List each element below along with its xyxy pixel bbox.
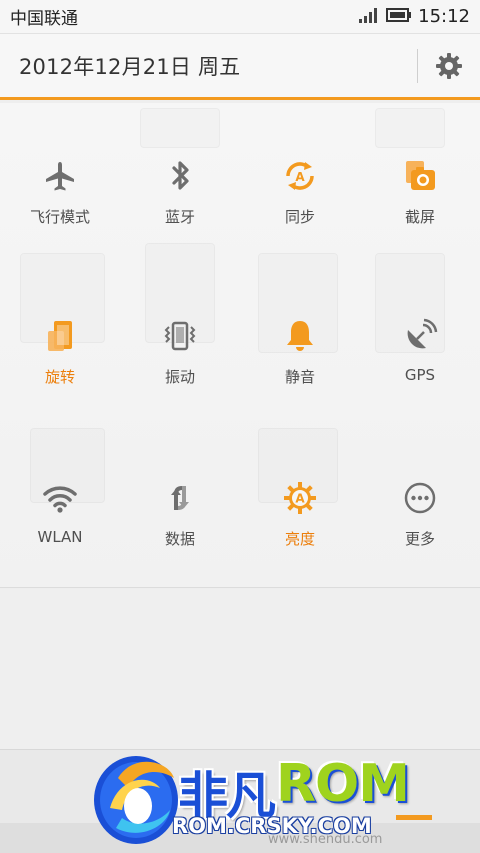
toggle-label: 数据 [164, 530, 195, 548]
carrier-name: 中国联通 [10, 9, 78, 29]
bell-icon [280, 316, 320, 356]
toggle-label: 蓝牙 [164, 208, 195, 226]
toggle-data[interactable]: 数据 [120, 478, 240, 588]
date-label: 2012年12月21日 周五 [19, 54, 241, 79]
toggle-bluetooth[interactable]: 蓝牙 [120, 156, 240, 266]
toggle-gps[interactable]: GPS [360, 316, 480, 426]
sync-icon: A [280, 156, 320, 196]
gear-icon [436, 52, 462, 79]
toggle-label: 静音 [284, 368, 315, 386]
toggle-label: GPS [404, 366, 436, 384]
background-ghost [140, 108, 220, 148]
toggle-label: 更多 [404, 530, 435, 548]
header-divider [417, 48, 418, 83]
brand-watermark: 非凡 ROM ROM.CRSKY.COM [88, 748, 410, 848]
data-icon [160, 478, 200, 518]
bluetooth-icon [160, 156, 200, 196]
toggle-label: 飞行模式 [29, 208, 90, 226]
toggle-label: 振动 [164, 368, 195, 386]
toggle-more[interactable]: 更多 [360, 478, 480, 588]
signal-bars-icon [358, 6, 380, 28]
notification-header: 2012年12月21日 周五 [0, 34, 480, 100]
brand-rom-text: ROM [276, 754, 410, 814]
svg-text:A: A [295, 492, 305, 506]
vibrate-icon [160, 316, 200, 356]
toggle-label: 亮度 [284, 530, 315, 548]
toggle-label: 截屏 [404, 208, 435, 226]
brand-logo-icon [94, 756, 178, 844]
toggle-sync[interactable]: A 同步 [240, 156, 360, 266]
wifi-icon [40, 478, 80, 518]
airplane-icon [40, 156, 80, 196]
toggle-rotate[interactable]: 旋转 [0, 316, 120, 426]
battery-icon [386, 7, 412, 27]
status-bar: 中国联通 15:12 [0, 0, 480, 34]
toggle-wlan[interactable]: WLAN [0, 478, 120, 588]
toggle-vibrate[interactable]: 振动 [120, 316, 240, 426]
toggle-brightness[interactable]: A 亮度 [240, 478, 360, 588]
toggle-airplane[interactable]: 飞行模式 [0, 156, 120, 266]
background-ghost [375, 108, 445, 148]
toggle-label: WLAN [37, 528, 83, 546]
toggle-label: 旋转 [44, 368, 75, 386]
brightness-icon: A [280, 478, 320, 518]
quick-toggle-panel: 飞行模式 蓝牙 A 同步 截屏 旋转 振动 静音 GPS WLAN 数据 A 亮… [0, 103, 480, 588]
toggle-label: 同步 [284, 208, 315, 226]
toggle-mute[interactable]: 静音 [240, 316, 360, 426]
more-icon [400, 478, 440, 518]
screenshot-icon [400, 156, 440, 196]
status-indicators: 15:12 [358, 6, 470, 28]
gps-icon [400, 316, 440, 356]
notification-list-area [0, 589, 480, 749]
settings-button[interactable] [434, 51, 464, 81]
brand-url-text: ROM.CRSKY.COM [172, 814, 372, 838]
toggle-screenshot[interactable]: 截屏 [360, 156, 480, 266]
rotate-icon [40, 316, 80, 356]
status-clock: 15:12 [418, 6, 470, 27]
svg-text:A: A [295, 170, 305, 184]
